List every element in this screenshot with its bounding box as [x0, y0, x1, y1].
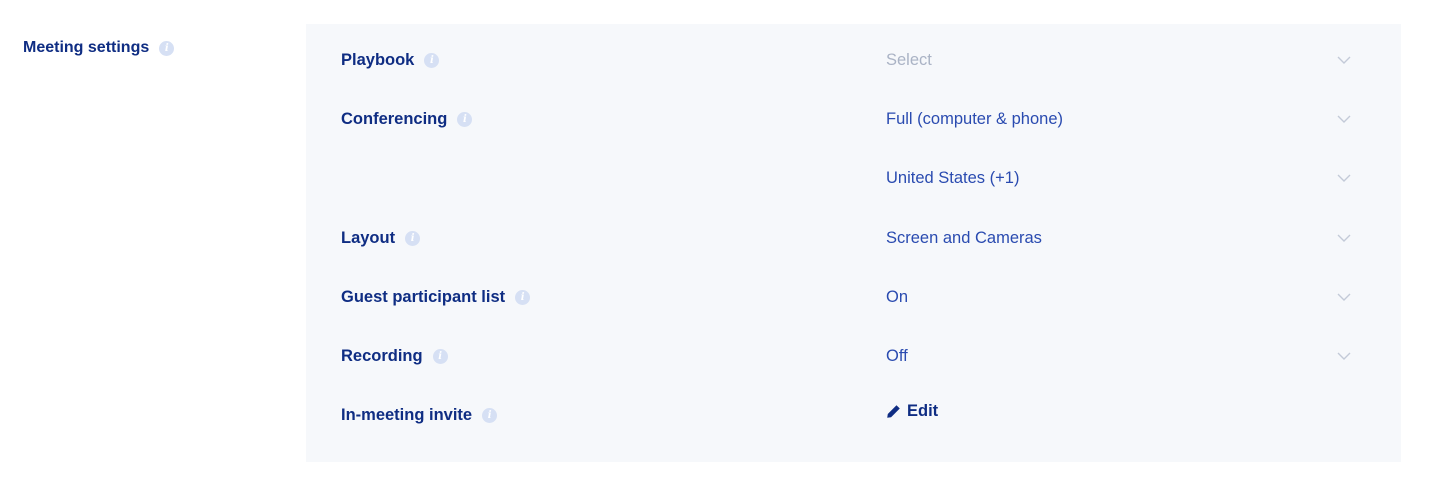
recording-select-value: Off — [886, 346, 908, 365]
section-heading: Meeting settings i — [23, 37, 175, 59]
info-icon[interactable]: i — [482, 407, 498, 423]
info-icon[interactable]: i — [424, 52, 440, 68]
settings-panel: Playbook i Select Conferencing i Full (c… — [306, 24, 1401, 462]
setting-label-guest-list: Guest participant list i — [341, 282, 531, 312]
country-code-select-value: United States (+1) — [886, 168, 1020, 187]
setting-row-layout: Layout i Screen and Cameras — [306, 223, 1401, 253]
playbook-select[interactable]: Select — [886, 45, 1351, 75]
guest-list-label-text: Guest participant list — [341, 287, 506, 306]
section-title: Meeting settings — [23, 39, 150, 56]
info-icon[interactable]: i — [457, 111, 473, 127]
setting-row-recording: Recording i Off — [306, 341, 1401, 371]
conferencing-select[interactable]: Full (computer & phone) — [886, 104, 1351, 134]
info-icon[interactable]: i — [405, 230, 421, 246]
setting-label-recording: Recording i — [341, 341, 448, 371]
chevron-down-icon — [1337, 115, 1351, 123]
country-code-select[interactable]: United States (+1) — [886, 163, 1351, 193]
setting-label-invite: In-meeting invite i — [341, 400, 498, 430]
guest-list-select-value: On — [886, 287, 909, 306]
info-icon[interactable]: i — [432, 348, 448, 364]
setting-row-invite: In-meeting invite i Edit — [306, 400, 1401, 430]
chevron-down-icon — [1337, 174, 1351, 182]
edit-invite-label: Edit — [907, 401, 939, 420]
edit-invite-button[interactable]: Edit — [886, 396, 938, 426]
invite-label-text: In-meeting invite — [341, 405, 473, 424]
setting-row-playbook: Playbook i Select — [306, 45, 1401, 75]
setting-row-conferencing: Conferencing i Full (computer & phone) — [306, 104, 1401, 134]
recording-select[interactable]: Off — [886, 341, 1351, 371]
guest-list-select[interactable]: On — [886, 282, 1351, 312]
chevron-down-icon — [1337, 352, 1351, 360]
chevron-down-icon — [1337, 56, 1351, 64]
pencil-icon — [887, 404, 900, 418]
recording-label-text: Recording — [341, 346, 423, 365]
setting-label-conferencing: Conferencing i — [341, 104, 473, 134]
chevron-down-icon — [1337, 234, 1351, 242]
meeting-settings-page: Meeting settings i Playbook i Select Con… — [0, 0, 1440, 484]
playbook-label-text: Playbook — [341, 50, 415, 69]
layout-select[interactable]: Screen and Cameras — [886, 223, 1351, 253]
conferencing-select-value: Full (computer & phone) — [886, 109, 1063, 128]
setting-row-guest-list: Guest participant list i On — [306, 282, 1401, 312]
layout-select-value: Screen and Cameras — [886, 228, 1042, 247]
setting-label-layout: Layout i — [341, 223, 421, 253]
playbook-select-value: Select — [886, 50, 932, 69]
conferencing-label-text: Conferencing — [341, 109, 448, 128]
setting-row-country: United States (+1) — [306, 163, 1401, 193]
layout-label-text: Layout — [341, 228, 396, 247]
chevron-down-icon — [1337, 293, 1351, 301]
setting-label-playbook: Playbook i — [341, 45, 440, 75]
info-icon[interactable]: i — [159, 40, 175, 56]
info-icon[interactable]: i — [515, 289, 531, 305]
